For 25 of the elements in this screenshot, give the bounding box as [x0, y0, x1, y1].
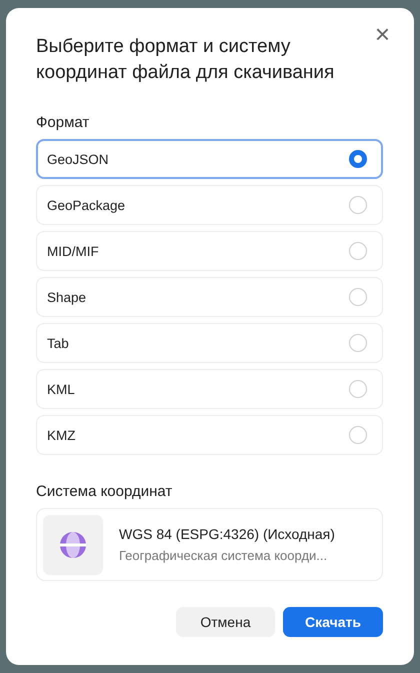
- format-option[interactable]: Tab: [36, 323, 383, 363]
- option-label: GeoJSON: [47, 152, 109, 166]
- option-label: KMZ: [47, 428, 76, 442]
- globe-icon: [59, 530, 87, 558]
- option-label: MID/MIF: [47, 244, 99, 258]
- cancel-button[interactable]: Отмена: [176, 607, 275, 637]
- option-label: KML: [47, 382, 75, 396]
- option-label: Shape: [47, 290, 86, 304]
- crs-name: WGS 84 (ESPG:4326) (Исходная): [119, 526, 335, 542]
- format-option[interactable]: KML: [36, 369, 383, 409]
- section-label: Формат: [36, 114, 90, 131]
- format-option[interactable]: KMZ: [36, 415, 383, 455]
- option-label: GeoPackage: [47, 198, 126, 212]
- format-option[interactable]: Shape: [36, 277, 383, 317]
- format-option[interactable]: GeoJSON: [36, 139, 383, 179]
- dialog-title: Выберите формат и систему координат файла для скачивания: [36, 35, 336, 85]
- radio-button[interactable]: [349, 150, 367, 168]
- format-option[interactable]: MID/MIF: [36, 231, 383, 271]
- format-option[interactable]: GeoPackage: [36, 185, 383, 225]
- download-button[interactable]: Скачать: [283, 607, 383, 637]
- section-label: Система координат: [36, 483, 174, 500]
- crs-description: Географическая система коорди...: [119, 548, 328, 563]
- option-label: Tab: [47, 336, 69, 350]
- close-button[interactable]: ×: [370, 22, 394, 46]
- crs-card[interactable]: WGS 84 (ESPG:4326) (Исходная) Географическая система коорди...: [36, 508, 383, 581]
